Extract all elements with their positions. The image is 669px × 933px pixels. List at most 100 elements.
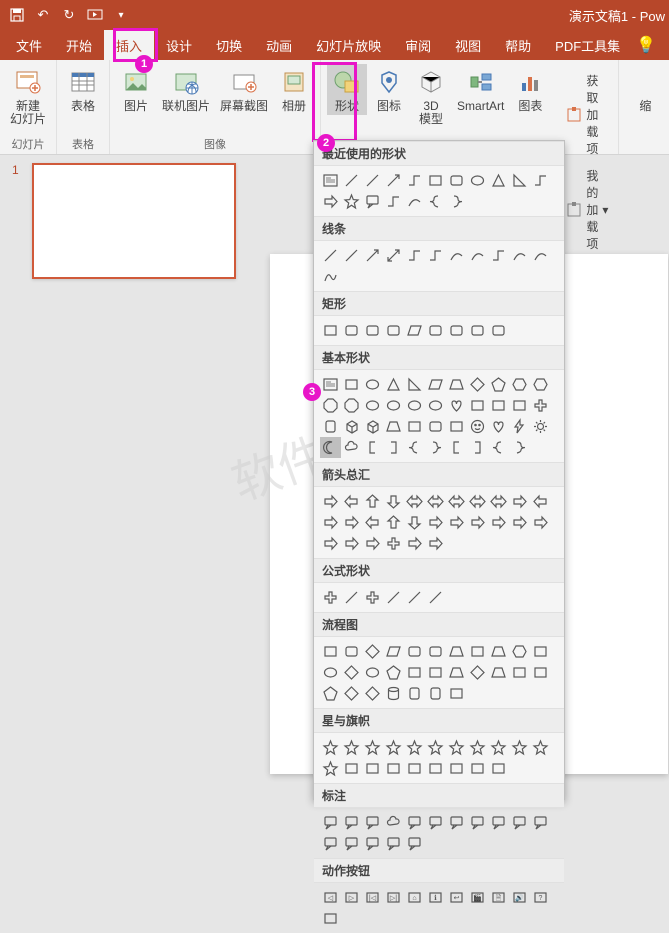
shape-rarr[interactable] xyxy=(320,191,341,212)
shape-rect[interactable] xyxy=(488,395,509,416)
shape-rarr[interactable] xyxy=(488,512,509,533)
shape-roundrect[interactable] xyxy=(341,320,362,341)
shape-lrarr[interactable] xyxy=(404,491,425,512)
shape-arrow[interactable] xyxy=(362,245,383,266)
shape-rbracket[interactable] xyxy=(383,437,404,458)
shape-rect[interactable] xyxy=(446,416,467,437)
shape-action[interactable]: ⌂ xyxy=(404,887,425,908)
shape-rarr[interactable] xyxy=(509,512,530,533)
shape-rarr[interactable] xyxy=(446,512,467,533)
shape-rarr[interactable] xyxy=(341,512,362,533)
shape-oct[interactable] xyxy=(320,395,341,416)
shape-callout[interactable] xyxy=(383,833,404,854)
shape-hex[interactable] xyxy=(509,374,530,395)
shape-hex[interactable] xyxy=(509,641,530,662)
shape-can[interactable] xyxy=(404,683,425,704)
shape-elbow[interactable] xyxy=(488,245,509,266)
shape-diamond[interactable] xyxy=(362,641,383,662)
shape-rect[interactable] xyxy=(425,170,446,191)
shape-trap[interactable] xyxy=(446,662,467,683)
shape-rect[interactable] xyxy=(425,662,446,683)
table-button[interactable]: 表格 xyxy=(63,64,103,115)
shape-star[interactable] xyxy=(320,758,341,779)
shape-diamond[interactable] xyxy=(362,683,383,704)
shape-rtri[interactable] xyxy=(404,374,425,395)
shape-oct[interactable] xyxy=(341,395,362,416)
shape-rect[interactable] xyxy=(341,374,362,395)
smartart-button[interactable]: SmartArt xyxy=(453,64,508,115)
shape-rbrace[interactable] xyxy=(446,191,467,212)
tab-transitions[interactable]: 切换 xyxy=(204,30,254,60)
shape-arrow[interactable] xyxy=(383,170,404,191)
shape-rarr[interactable] xyxy=(341,533,362,554)
shape-star[interactable] xyxy=(341,191,362,212)
shape-tri[interactable] xyxy=(383,374,404,395)
shape-callout[interactable] xyxy=(509,812,530,833)
tab-help[interactable]: 帮助 xyxy=(493,30,543,60)
shape-oval[interactable] xyxy=(467,170,488,191)
shape-can[interactable] xyxy=(320,416,341,437)
shape-cloud[interactable] xyxy=(383,812,404,833)
shape-curve[interactable] xyxy=(530,245,551,266)
shape-uarr[interactable] xyxy=(362,491,383,512)
shape-cube[interactable] xyxy=(341,416,362,437)
shape-trap[interactable] xyxy=(446,374,467,395)
shape-rect[interactable] xyxy=(509,395,530,416)
shape-plus[interactable] xyxy=(530,395,551,416)
shape-rect[interactable] xyxy=(320,641,341,662)
shape-oval[interactable] xyxy=(362,662,383,683)
shape-pent[interactable] xyxy=(488,374,509,395)
shape-line[interactable] xyxy=(341,245,362,266)
shape-oval[interactable] xyxy=(362,395,383,416)
shape-larr[interactable] xyxy=(530,491,551,512)
shape-star[interactable] xyxy=(362,737,383,758)
shape-star[interactable] xyxy=(488,737,509,758)
save-button[interactable] xyxy=(6,4,28,26)
qat-customize-button[interactable]: ▾ xyxy=(110,4,132,26)
shape-dnarr[interactable] xyxy=(383,491,404,512)
shape-callout[interactable] xyxy=(404,812,425,833)
shape-action[interactable]: ▷ xyxy=(341,887,362,908)
tell-me-button[interactable]: 💡 xyxy=(632,30,660,60)
shape-heart[interactable] xyxy=(446,395,467,416)
shape-line[interactable] xyxy=(425,587,446,608)
shape-cube[interactable] xyxy=(362,416,383,437)
shape-roundrect[interactable] xyxy=(425,416,446,437)
shape-star[interactable] xyxy=(341,737,362,758)
shape-uarr[interactable] xyxy=(383,512,404,533)
shape-rect[interactable] xyxy=(467,395,488,416)
shape-callout[interactable] xyxy=(425,812,446,833)
shape-rect[interactable] xyxy=(383,758,404,779)
shape-star[interactable] xyxy=(530,737,551,758)
shape-roundrect[interactable] xyxy=(383,320,404,341)
shape-callout[interactable] xyxy=(341,812,362,833)
shape-lbrace[interactable] xyxy=(404,437,425,458)
shape-cloud[interactable] xyxy=(341,437,362,458)
shape-rect[interactable] xyxy=(425,758,446,779)
shape-elbow[interactable] xyxy=(383,191,404,212)
shape-callout[interactable] xyxy=(404,833,425,854)
shape-diamond[interactable] xyxy=(467,662,488,683)
shape-curve[interactable] xyxy=(446,245,467,266)
shape-rarr[interactable] xyxy=(404,533,425,554)
shape-rect[interactable] xyxy=(341,758,362,779)
shape-rbrace[interactable] xyxy=(425,437,446,458)
shape-rect[interactable] xyxy=(362,758,383,779)
shape-hex[interactable] xyxy=(530,374,551,395)
shape-star[interactable] xyxy=(425,737,446,758)
tab-design[interactable]: 设计 xyxy=(154,30,204,60)
shape-roundrect[interactable] xyxy=(425,320,446,341)
shape-lrarr[interactable] xyxy=(425,491,446,512)
shape-callout[interactable] xyxy=(341,833,362,854)
shape-rect[interactable] xyxy=(446,758,467,779)
shape-plus[interactable] xyxy=(320,587,341,608)
shape-textbox[interactable] xyxy=(320,374,341,395)
shape-rarr[interactable] xyxy=(425,512,446,533)
album-button[interactable]: 相册 xyxy=(274,64,314,115)
shape-roundrect[interactable] xyxy=(404,641,425,662)
shape-rarr[interactable] xyxy=(530,512,551,533)
shape-trap[interactable] xyxy=(488,662,509,683)
new-slide-button[interactable]: 新建 幻灯片 xyxy=(6,64,50,128)
shape-action[interactable]: 🎬 xyxy=(467,887,488,908)
shape-star[interactable] xyxy=(467,737,488,758)
